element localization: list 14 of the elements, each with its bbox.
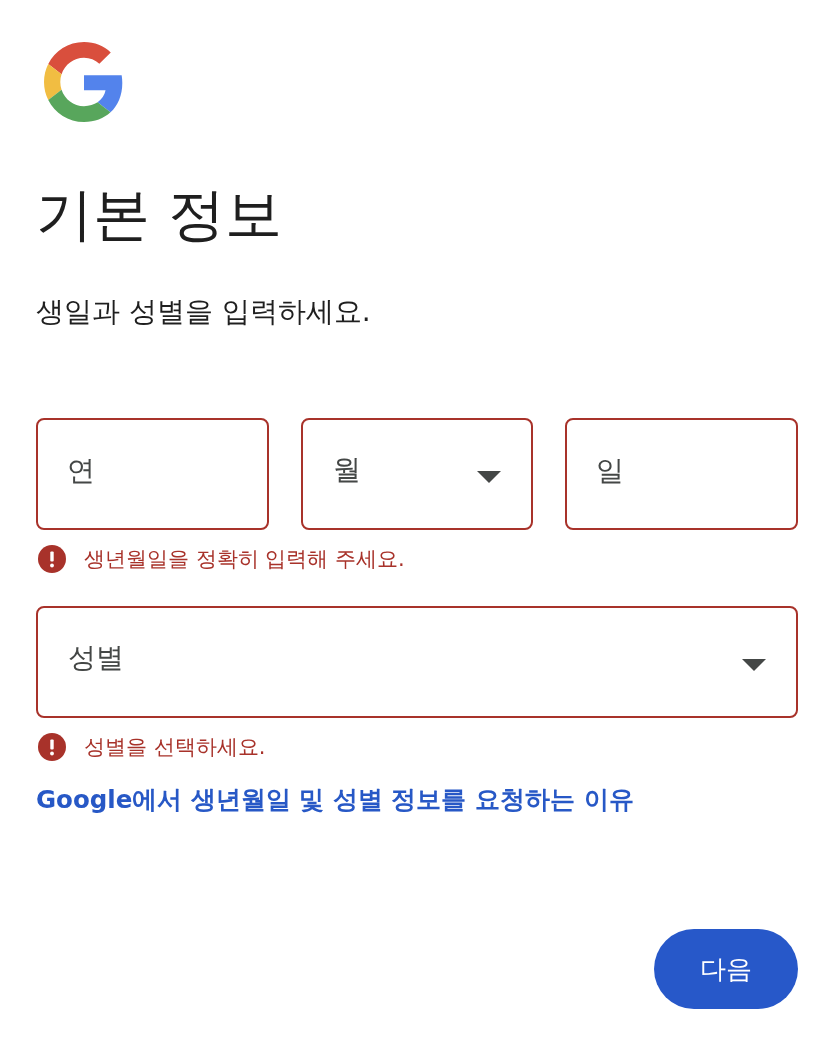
help-link[interactable]: Google에서 생년월일 및 성별 정보를 요청하는 이유 (36, 782, 634, 818)
error-icon (38, 545, 66, 573)
month-select[interactable]: 월 (300, 418, 534, 530)
gender-select[interactable]: 성별 (36, 606, 798, 718)
next-button[interactable]: 다음 (654, 929, 798, 1009)
caret-icon (742, 659, 766, 671)
error-message: 성별을 선택하세요. (84, 734, 266, 761)
day-input[interactable]: 일 (565, 418, 798, 530)
page-subtitle: 생일과 성별을 입력하세요. (36, 294, 372, 330)
caret-icon (477, 471, 502, 483)
year-input[interactable]: 연 (36, 418, 269, 530)
error-icon (38, 733, 66, 761)
page-title: 기본 정보 (36, 180, 284, 249)
error-message: 생년월일을 정확히 입력해 주세요. (84, 546, 405, 573)
